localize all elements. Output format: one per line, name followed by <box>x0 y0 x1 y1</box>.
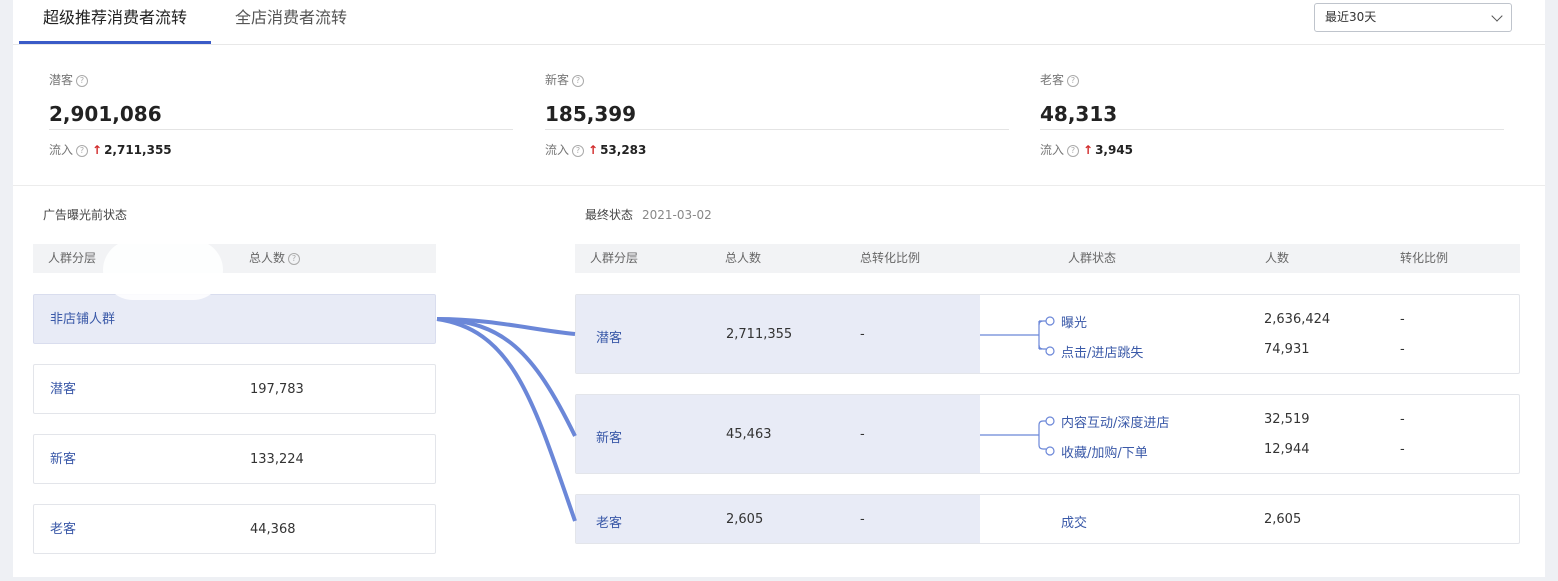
flow-curve-new <box>436 317 577 437</box>
col-header: 人群状态 <box>1068 251 1117 265</box>
row-summary-bg <box>576 495 980 543</box>
inflow-label: 流入 <box>545 143 570 157</box>
stat-value: 48,313 <box>1040 102 1118 126</box>
stat-label: 潜客 <box>49 73 74 87</box>
state-ratio: - <box>1400 342 1405 357</box>
inflow-value: 2,711,355 <box>104 143 172 157</box>
left-section-title: 广告曝光前状态 <box>43 208 128 222</box>
segment-ratio: - <box>860 512 865 527</box>
arrow-up-icon: ↑ <box>92 143 103 157</box>
final-state-label: 最终状态 <box>585 208 634 222</box>
right-section-title: 最终状态 2021-03-02 <box>585 206 712 223</box>
divider <box>49 129 513 130</box>
col-header-label: 总人数 <box>249 251 286 265</box>
segment-ratio: - <box>860 427 865 442</box>
date-range-value: 最近30天 <box>1325 10 1377 24</box>
stat-potential: 潜客? 2,901,086 流入? ↑ 2,711,355 <box>49 70 513 159</box>
col-header: 总人数? <box>249 244 301 273</box>
chevron-down-icon <box>1491 10 1503 22</box>
help-icon[interactable]: ? <box>76 75 89 87</box>
segment-count: 44,368 <box>250 522 296 537</box>
tab-super-recommend[interactable]: 超级推荐消费者流转 <box>43 0 187 44</box>
state-count: 2,605 <box>1264 512 1302 527</box>
arrow-up-icon: ↑ <box>588 143 599 157</box>
section-divider <box>13 185 1545 186</box>
left-row-old[interactable]: 老客 44,368 <box>33 504 436 554</box>
tab-bar: 超级推荐消费者流转 全店消费者流转 最近30天 <box>13 0 1545 45</box>
stat-value: 2,901,086 <box>49 102 162 126</box>
state-label[interactable]: 点击/进店跳失 <box>1061 342 1143 361</box>
inflow-value: 53,283 <box>600 143 647 157</box>
segment-name: 新客 <box>596 431 623 446</box>
flow-curve-potential <box>436 317 576 336</box>
segment-name: 非店铺人群 <box>50 312 116 327</box>
help-icon[interactable]: ? <box>1067 75 1080 87</box>
left-row-new[interactable]: 新客 133,224 <box>33 434 436 484</box>
state-ratio: - <box>1400 442 1405 457</box>
segment-total: 2,711,355 <box>726 327 793 342</box>
help-icon[interactable]: ? <box>76 145 89 157</box>
segment-count: 133,224 <box>250 452 304 467</box>
help-icon[interactable]: ? <box>572 75 585 87</box>
col-header: 转化比例 <box>1400 251 1449 265</box>
state-count: 12,944 <box>1264 442 1310 457</box>
segment-name: 老客 <box>596 516 623 531</box>
left-table-header: 人群分层 总人数? <box>33 244 436 273</box>
arrow-up-icon: ↑ <box>1083 143 1094 157</box>
date-range-select[interactable]: 最近30天 <box>1314 3 1512 32</box>
divider <box>545 129 1009 130</box>
row-summary-bg <box>576 395 980 473</box>
help-icon[interactable]: ? <box>1067 145 1080 157</box>
state-label[interactable]: 成交 <box>1061 512 1087 531</box>
state-label[interactable]: 内容互动/深度进店 <box>1061 412 1169 431</box>
segment-ratio: - <box>860 327 865 342</box>
segment-name: 老客 <box>50 522 77 537</box>
col-header: 人数 <box>1265 251 1290 265</box>
stat-label: 新客 <box>545 73 570 87</box>
help-icon[interactable]: ? <box>288 253 301 265</box>
active-tab-indicator <box>19 41 211 44</box>
stat-label: 老客 <box>1040 73 1065 87</box>
segment-name: 新客 <box>50 452 77 467</box>
right-row-potential[interactable]: 潜客 2,711,355 - 曝光 2,636,424 - 点击/进店跳失 74… <box>575 294 1520 374</box>
segment-total: 45,463 <box>726 427 772 442</box>
col-header: 人群分层 <box>590 251 639 265</box>
segment-count: 197,783 <box>250 382 304 397</box>
flow-card: 超级推荐消费者流转 全店消费者流转 最近30天 潜客? 2,901,086 流入… <box>13 0 1545 577</box>
final-state-date: 2021-03-02 <box>642 208 712 222</box>
stat-new: 新客? 185,399 流入? ↑ 53,283 <box>545 70 1009 159</box>
col-header: 人群分层 <box>48 251 97 265</box>
state-ratio: - <box>1400 312 1405 327</box>
inflow-label: 流入 <box>49 143 74 157</box>
state-label[interactable]: 曝光 <box>1061 312 1087 331</box>
flow-curve-old <box>436 317 577 522</box>
col-header: 总人数 <box>725 251 762 265</box>
help-icon[interactable]: ? <box>572 145 585 157</box>
stat-old: 老客? 48,313 流入? ↑ 3,945 <box>1040 70 1504 159</box>
inflow-value: 3,945 <box>1095 143 1134 157</box>
col-header: 总转化比例 <box>860 251 921 265</box>
segment-total: 2,605 <box>726 512 764 527</box>
redaction-blur <box>1303 510 1503 540</box>
state-ratio: - <box>1400 412 1405 427</box>
state-count: 32,519 <box>1264 412 1310 427</box>
segment-name: 潜客 <box>50 382 77 397</box>
redaction-blur <box>103 240 223 300</box>
state-count: 2,636,424 <box>1264 312 1331 327</box>
left-row-potential[interactable]: 潜客 197,783 <box>33 364 436 414</box>
left-row-non-store[interactable]: 非店铺人群 <box>33 294 436 344</box>
tab-all-store[interactable]: 全店消费者流转 <box>235 0 347 44</box>
right-row-new[interactable]: 新客 45,463 - 内容互动/深度进店 32,519 - 收藏/加购/下单 … <box>575 394 1520 474</box>
state-count: 74,931 <box>1264 342 1310 357</box>
state-label[interactable]: 收藏/加购/下单 <box>1061 442 1148 461</box>
segment-name: 潜客 <box>596 331 623 346</box>
divider <box>1040 129 1504 130</box>
inflow-label: 流入 <box>1040 143 1065 157</box>
right-table-header: 人群分层 总人数 总转化比例 人群状态 人数 转化比例 <box>575 244 1520 273</box>
stat-value: 185,399 <box>545 102 637 126</box>
